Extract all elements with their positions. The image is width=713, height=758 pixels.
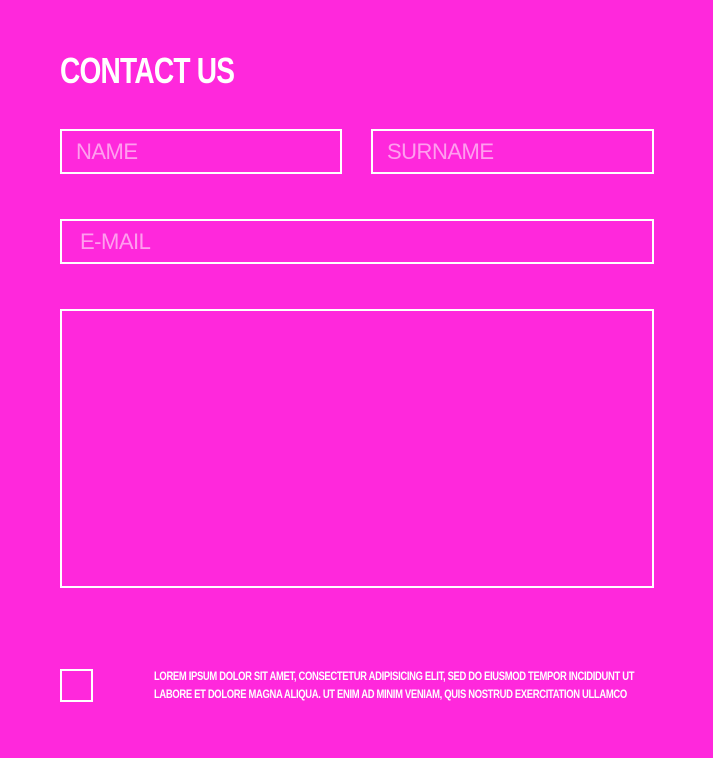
consent-checkbox[interactable] <box>60 669 93 702</box>
message-textarea[interactable] <box>60 309 654 588</box>
name-input[interactable] <box>60 129 342 174</box>
email-input[interactable] <box>60 219 654 264</box>
form-title: CONTACT US <box>60 50 235 91</box>
consent-text: LOREM IPSUM DOLOR SIT AMET, CONSECTETUR … <box>154 671 635 701</box>
surname-input[interactable] <box>371 129 654 174</box>
